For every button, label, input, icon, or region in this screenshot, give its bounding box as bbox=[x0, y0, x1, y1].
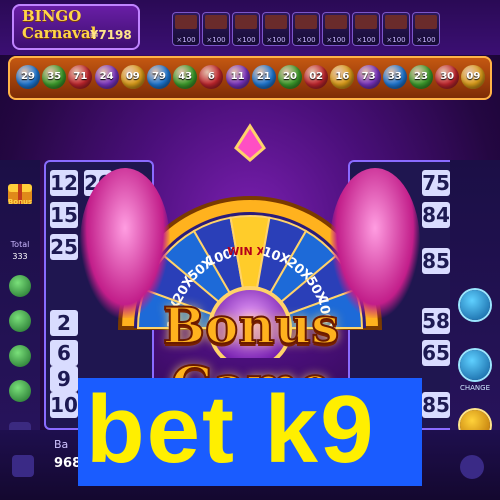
bet-slot[interactable]: ×100 bbox=[412, 12, 440, 46]
ball-icon[interactable] bbox=[9, 380, 31, 402]
called-ball: 79 bbox=[147, 65, 171, 89]
called-ball: 29 bbox=[16, 65, 40, 89]
card-cell[interactable]: 2 bbox=[50, 310, 78, 336]
called-ball: 35 bbox=[42, 65, 67, 89]
logo-line2: Carnaval bbox=[22, 24, 97, 42]
card-cell[interactable]: 84 bbox=[422, 202, 450, 228]
called-ball: 21 bbox=[251, 65, 276, 89]
called-ball: 16 bbox=[330, 65, 355, 89]
card-cell[interactable]: 12 bbox=[50, 170, 78, 196]
bet-slot-label: ×100 bbox=[176, 36, 196, 44]
called-ball: 71 bbox=[68, 65, 93, 89]
bet-slot[interactable]: ×100 bbox=[262, 12, 290, 46]
bet-slot-label: ×100 bbox=[416, 36, 436, 44]
bet-slot[interactable]: ×100 bbox=[172, 12, 200, 46]
overlay-banner: bet k9 bbox=[78, 376, 422, 486]
called-ball: 43 bbox=[173, 65, 198, 89]
called-ball: 09 bbox=[120, 65, 145, 89]
card-cell[interactable]: 15 bbox=[50, 202, 78, 228]
called-ball: 73 bbox=[356, 65, 381, 89]
called-balls-row: 29 35 71 24 09 79 43 6 11 21 20 02 16 73 33 23 30 09 bbox=[8, 56, 492, 100]
total-label: Total bbox=[10, 240, 30, 249]
ball-icon[interactable] bbox=[9, 310, 31, 332]
card-cell[interactable]: 65 bbox=[422, 340, 450, 366]
called-ball: 23 bbox=[409, 65, 433, 89]
card-cell[interactable]: 10 bbox=[50, 392, 78, 418]
total-value: 333 bbox=[12, 252, 28, 261]
card-cell[interactable]: 75 bbox=[422, 170, 450, 196]
bet-slot-label: ×100 bbox=[386, 36, 406, 44]
bet-slot[interactable]: ×100 bbox=[382, 12, 410, 46]
called-ball: 20 bbox=[278, 65, 302, 89]
bet-slot-label: ×100 bbox=[326, 36, 346, 44]
bonus-label: Bonus bbox=[7, 198, 33, 206]
card-cell[interactable]: 85 bbox=[422, 392, 450, 418]
bet-slot-label: ×100 bbox=[206, 36, 226, 44]
auto-button[interactable] bbox=[460, 290, 490, 320]
logo-line1: BINGO bbox=[22, 7, 82, 25]
top-bar: BINGO Carnaval ¥7198 ×100 ×100 ×100 ×100 ×10… bbox=[0, 0, 500, 55]
settings-icon[interactable] bbox=[12, 455, 34, 477]
bet-slot-label: ×100 bbox=[296, 36, 316, 44]
called-ball: 6 bbox=[199, 65, 224, 89]
called-ball: 11 bbox=[225, 65, 250, 89]
card-cell[interactable]: 9 bbox=[50, 366, 78, 392]
bet-slot[interactable]: ×100 bbox=[322, 12, 350, 46]
game-logo: BINGO Carnaval ¥7198 bbox=[12, 4, 140, 50]
jackpot-amount: ¥7198 bbox=[90, 28, 132, 42]
overlay-text: bet k9 bbox=[86, 376, 376, 483]
bet-slot[interactable]: ×100 bbox=[202, 12, 230, 46]
bet-slot-label: ×100 bbox=[266, 36, 286, 44]
called-ball: 09 bbox=[461, 65, 486, 89]
card-cell[interactable]: 85 bbox=[422, 248, 450, 274]
ball-icon[interactable] bbox=[9, 275, 31, 297]
card-cell[interactable]: 25 bbox=[50, 234, 78, 260]
wheel-pointer-gem bbox=[234, 123, 266, 162]
change-label: CHANGE bbox=[459, 384, 491, 392]
called-ball: 33 bbox=[382, 65, 407, 89]
called-ball: 30 bbox=[435, 65, 460, 89]
sound-icon[interactable] bbox=[460, 455, 484, 479]
bet-slot-label: ×100 bbox=[356, 36, 376, 44]
called-ball: 02 bbox=[304, 65, 329, 89]
change-card-button[interactable] bbox=[460, 350, 490, 380]
ball-icon[interactable] bbox=[9, 345, 31, 367]
card-cell[interactable]: 58 bbox=[422, 308, 450, 334]
bet-slot[interactable]: ×100 bbox=[292, 12, 320, 46]
balance-label: Ba bbox=[54, 438, 69, 451]
called-ball: 24 bbox=[94, 65, 119, 89]
bet-slot-label: ×100 bbox=[236, 36, 256, 44]
card-cell[interactable]: 6 bbox=[50, 340, 78, 366]
bet-slot[interactable]: ×100 bbox=[352, 12, 380, 46]
bet-slot[interactable]: ×100 bbox=[232, 12, 260, 46]
